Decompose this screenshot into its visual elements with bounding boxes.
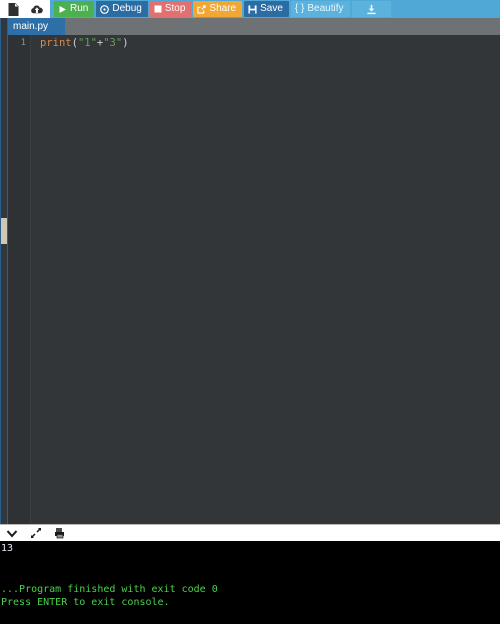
- left-scrollbar[interactable]: [0, 18, 8, 524]
- console-clear-button[interactable]: [52, 526, 68, 541]
- console-program-output: 13: [1, 543, 14, 554]
- code-token-string-1: "1": [77, 37, 97, 49]
- download-button[interactable]: [351, 1, 391, 17]
- expand-arrows-icon: [30, 527, 42, 539]
- run-button-label: Run: [70, 3, 89, 14]
- cloud-upload-icon: [30, 4, 43, 13]
- braces-icon: { }: [294, 3, 305, 14]
- chevron-down-icon: [6, 529, 18, 537]
- debug-icon: [100, 4, 110, 14]
- ide-window: Run Debug Stop Share Save {} Beautify m…: [0, 0, 500, 624]
- play-icon: [58, 5, 67, 14]
- left-scrollbar-thumb[interactable]: [1, 218, 7, 244]
- console-finished-message: ...Program finished with exit code 0: [1, 584, 218, 595]
- save-button[interactable]: Save: [244, 1, 289, 17]
- code-token-print: print: [40, 37, 72, 49]
- code-line-1[interactable]: print("1"+"3"): [40, 37, 129, 50]
- clear-console-icon: [55, 528, 64, 539]
- line-number-1: 1: [20, 38, 26, 48]
- main-toolbar: Run Debug Stop Share Save {} Beautify: [0, 0, 500, 18]
- debug-button-label: Debug: [112, 3, 142, 14]
- editor-tab-bar: main.py: [8, 18, 500, 35]
- console-output-panel[interactable]: 13 ...Program finished with exit code 0 …: [0, 541, 500, 624]
- floppy-icon: [248, 4, 257, 14]
- console-exit-prompt: Press ENTER to exit console.: [1, 597, 170, 608]
- console-expand-button[interactable]: [28, 526, 44, 541]
- stop-button-label: Stop: [164, 3, 186, 14]
- editor-gutter: [8, 35, 31, 524]
- download-icon: [366, 4, 377, 15]
- run-button[interactable]: Run: [54, 1, 95, 17]
- upload-button[interactable]: [25, 0, 48, 18]
- save-button-label: Save: [260, 3, 283, 14]
- stop-icon: [154, 5, 162, 13]
- editor-content-area[interactable]: print("1"+"3"): [31, 35, 500, 524]
- stop-button[interactable]: Stop: [149, 1, 192, 17]
- share-button[interactable]: Share: [193, 1, 243, 17]
- console-collapse-button[interactable]: [4, 526, 20, 541]
- tab-main-py[interactable]: main.py: [8, 18, 65, 35]
- file-actions-group: [0, 0, 50, 18]
- code-token-close-paren: ): [122, 37, 129, 49]
- debug-button[interactable]: Debug: [96, 1, 148, 17]
- new-file-icon: [8, 2, 19, 16]
- console-toolbar: [0, 524, 500, 541]
- left-scrollbar-track[interactable]: [1, 18, 7, 524]
- share-icon: [197, 4, 207, 14]
- code-token-string-3: "3": [103, 37, 123, 49]
- share-button-label: Share: [209, 3, 237, 14]
- new-file-button[interactable]: [2, 0, 25, 18]
- code-editor[interactable]: 1 print("1"+"3"): [8, 35, 500, 524]
- beautify-button-label: Beautify: [307, 3, 344, 14]
- tab-label: main.py: [13, 21, 49, 32]
- beautify-button[interactable]: { } Beautify: [290, 1, 350, 17]
